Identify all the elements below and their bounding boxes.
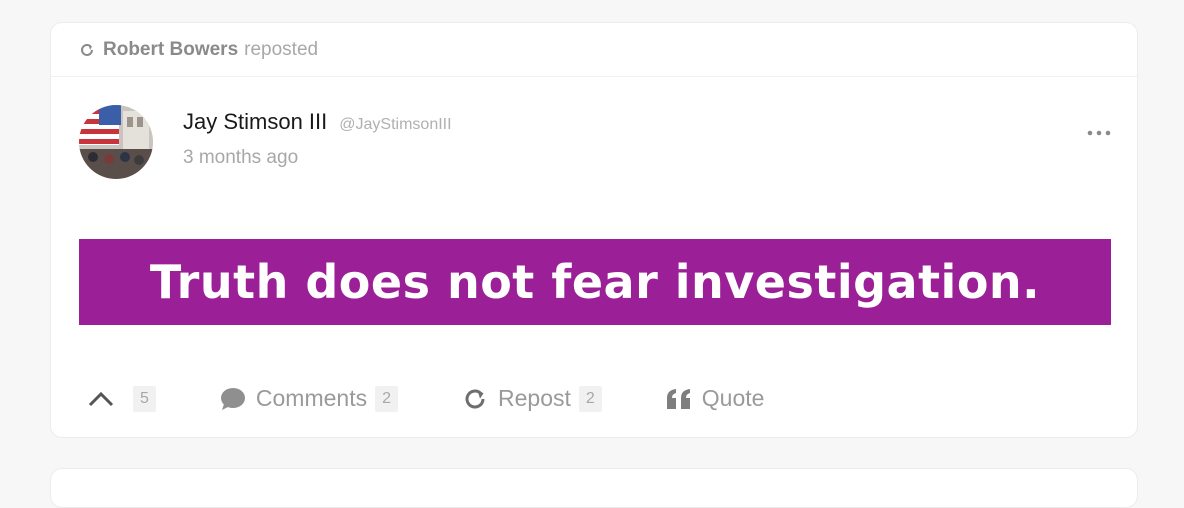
repost-header: Robert Bowers reposted — [51, 23, 1137, 77]
author-handle[interactable]: @JayStimsonIII — [339, 116, 451, 134]
comments-label: Comments — [255, 385, 368, 411]
chevron-up-icon — [87, 390, 115, 408]
next-post-card — [50, 468, 1138, 508]
repost-count: 2 — [578, 385, 602, 412]
banner-text: Truth does not fear investigation. — [149, 255, 1041, 309]
post-timestamp[interactable]: 3 months ago — [183, 147, 452, 169]
ellipsis-icon — [1087, 119, 1111, 141]
repost-icon — [462, 386, 488, 412]
comments-button[interactable]: Comments 2 — [220, 385, 399, 412]
upvote-button[interactable]: 5 — [87, 385, 156, 412]
repost-button[interactable]: Repost 2 — [462, 385, 602, 412]
author-name[interactable]: Jay Stimson III — [183, 109, 327, 135]
post-image-banner[interactable]: Truth does not fear investigation. — [79, 239, 1111, 325]
repost-icon — [79, 42, 95, 58]
repost-label: Repost — [498, 385, 571, 411]
repost-verb: reposted — [244, 38, 319, 60]
repost-user-link[interactable]: Robert Bowers — [103, 39, 238, 61]
upvote-count: 5 — [133, 385, 156, 412]
quote-icon — [666, 388, 692, 410]
post-header: Jay Stimson III @JayStimsonIII 3 months … — [79, 105, 452, 179]
post-card: Robert Bowers reposted Jay Stimson III @… — [50, 22, 1138, 438]
comments-count: 2 — [375, 385, 399, 412]
post-actions: 5 Comments 2 Repost 2 Quote — [87, 385, 828, 412]
avatar[interactable] — [79, 105, 153, 179]
quote-button[interactable]: Quote — [666, 385, 765, 412]
author-block: Jay Stimson III @JayStimsonIII 3 months … — [183, 105, 452, 179]
more-options-button[interactable] — [1087, 119, 1111, 142]
speech-bubble-icon — [220, 387, 246, 411]
quote-label: Quote — [701, 385, 765, 411]
author-line: Jay Stimson III @JayStimsonIII — [183, 109, 452, 135]
